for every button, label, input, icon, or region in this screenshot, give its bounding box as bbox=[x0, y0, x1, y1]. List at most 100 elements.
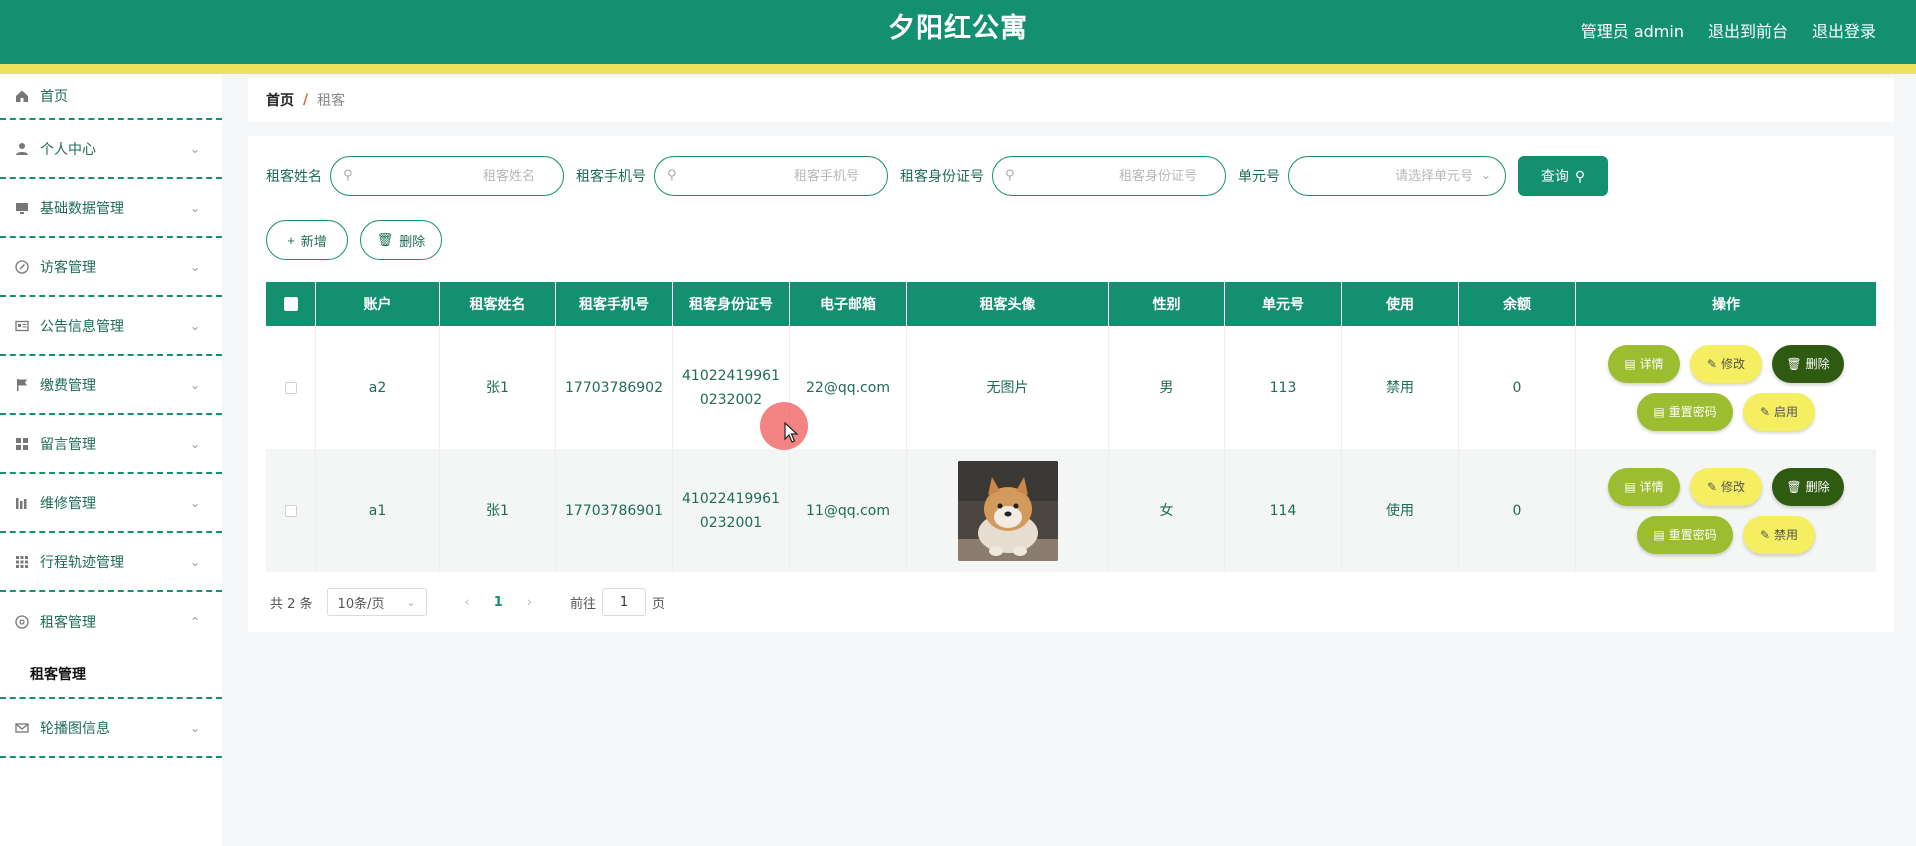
sidebar-item-visitor[interactable]: 访客管理 ⌄ bbox=[0, 238, 222, 297]
sidebar-item-tenant[interactable]: 租客管理 ⌃ bbox=[0, 592, 222, 651]
unit-select-input[interactable] bbox=[1289, 157, 1505, 195]
phone-search-field[interactable]: ⚲ bbox=[654, 156, 888, 196]
document-icon: ▤ bbox=[1624, 356, 1636, 371]
sidebar-subitem-tenant-manage[interactable]: 租客管理 bbox=[0, 651, 222, 699]
sidebar-item-label: 个人中心 bbox=[40, 141, 96, 158]
row-checkbox[interactable] bbox=[284, 381, 297, 394]
col-name: 租客姓名 bbox=[440, 282, 556, 326]
page-size-value: 10条/页 bbox=[337, 596, 385, 612]
id-card-icon bbox=[14, 318, 30, 334]
sidebar-item-home[interactable]: 首页 bbox=[0, 74, 222, 120]
query-button[interactable]: 查询 ⚲ bbox=[1518, 156, 1608, 196]
phone-search-input[interactable] bbox=[655, 157, 887, 195]
cell-avatar: 无图片 bbox=[907, 326, 1109, 449]
name-search-input[interactable] bbox=[331, 157, 563, 195]
row-select-cell bbox=[266, 449, 316, 572]
idcard-search-field[interactable]: ⚲ bbox=[992, 156, 1226, 196]
cell-phone: 17703786902 bbox=[556, 326, 673, 449]
chart-icon bbox=[14, 495, 30, 511]
edit-button[interactable]: ✎ 修改 bbox=[1690, 344, 1762, 383]
logout-link[interactable]: 退出登录 bbox=[1812, 18, 1876, 42]
breadcrumb-home[interactable]: 首页 bbox=[266, 90, 294, 110]
page-number-current[interactable]: 1 bbox=[494, 595, 503, 610]
cell-idcard: 410224199610232001 bbox=[673, 449, 790, 572]
col-avatar: 租客头像 bbox=[907, 282, 1109, 326]
next-page-button[interactable]: › bbox=[527, 595, 532, 610]
name-search-field[interactable]: ⚲ bbox=[330, 156, 564, 196]
to-front-link[interactable]: 退出到前台 bbox=[1708, 18, 1788, 42]
total-count: 共 2 条 bbox=[270, 596, 313, 612]
plus-icon: + bbox=[287, 232, 295, 248]
trash-icon: 🗑 bbox=[1786, 356, 1802, 371]
mouse-cursor-icon bbox=[784, 422, 799, 443]
phone-label: 租客手机号 bbox=[576, 169, 646, 185]
delete-button[interactable]: 🗑 删除 bbox=[1772, 344, 1844, 383]
select-all-checkbox[interactable] bbox=[283, 297, 298, 311]
unit-select[interactable]: ⌄ bbox=[1288, 156, 1506, 196]
search-icon: ⚲ bbox=[343, 168, 353, 183]
aperture-icon bbox=[14, 614, 30, 630]
delete-label: 删除 bbox=[399, 233, 426, 249]
query-label: 查询 bbox=[1540, 168, 1569, 184]
chevron-down-icon: ⌄ bbox=[189, 554, 200, 569]
sidebar-item-notice[interactable]: 公告信息管理 ⌄ bbox=[0, 297, 222, 356]
chevron-down-icon: ⌄ bbox=[406, 595, 416, 609]
toggle-label: 启用 bbox=[1774, 404, 1799, 419]
sidebar-item-message[interactable]: 留言管理 ⌄ bbox=[0, 415, 222, 474]
name-label: 租客姓名 bbox=[266, 169, 322, 185]
cell-account: a2 bbox=[316, 326, 440, 449]
detail-button[interactable]: ▤ 详情 bbox=[1608, 467, 1680, 506]
col-actions: 操作 bbox=[1712, 297, 1740, 313]
reset-label: 重置密码 bbox=[1668, 527, 1717, 542]
chevron-down-icon: ⌄ bbox=[189, 141, 200, 156]
edit-button[interactable]: ✎ 修改 bbox=[1690, 467, 1762, 506]
breadcrumb-separator: / bbox=[303, 92, 309, 108]
compass-icon bbox=[14, 259, 30, 275]
admin-label: 管理员 admin bbox=[1580, 22, 1684, 41]
sidebar-item-trip[interactable]: 行程轨迹管理 ⌄ bbox=[0, 533, 222, 592]
prev-page-button[interactable]: ‹ bbox=[465, 595, 470, 610]
col-status: 使用 bbox=[1342, 282, 1459, 326]
sidebar-item-label: 公告信息管理 bbox=[40, 318, 124, 335]
delete-label: 删除 bbox=[1805, 356, 1830, 371]
sidebar-item-label: 行程轨迹管理 bbox=[40, 554, 124, 571]
search-icon: ⚲ bbox=[1005, 168, 1015, 183]
col-phone: 租客手机号 bbox=[556, 282, 673, 326]
delete-button[interactable]: 🗑 删除 bbox=[1772, 467, 1844, 506]
page-size-select[interactable]: 10条/页 ⌄ bbox=[326, 588, 427, 616]
idcard-search-input[interactable] bbox=[993, 157, 1225, 195]
goto-page-input[interactable]: 1 bbox=[602, 588, 647, 616]
enable-button[interactable]: ✎ 启用 bbox=[1743, 392, 1815, 431]
sidebar-item-personal[interactable]: 个人中心 ⌄ bbox=[0, 120, 222, 179]
sidebar-item-base-data[interactable]: 基础数据管理 ⌄ bbox=[0, 179, 222, 238]
detail-button[interactable]: ▤ 详情 bbox=[1608, 344, 1680, 383]
edit-label: 修改 bbox=[1721, 479, 1746, 494]
cell-status: 禁用 bbox=[1342, 326, 1459, 449]
cell-avatar bbox=[907, 449, 1109, 572]
unit-label: 单元号 bbox=[1238, 169, 1280, 185]
cell-account: a1 bbox=[316, 449, 440, 572]
disable-button[interactable]: ✎ 禁用 bbox=[1743, 515, 1815, 554]
top-header: 夕阳红公寓 管理员 admin 退出到前台 退出登录 bbox=[0, 0, 1916, 74]
col-balance: 余额 bbox=[1459, 282, 1576, 326]
sidebar-item-carousel[interactable]: 轮播图信息 ⌄ bbox=[0, 699, 222, 758]
goto-label: 前往 bbox=[570, 596, 597, 612]
detail-label: 详情 bbox=[1639, 356, 1664, 371]
sidebar-item-payment[interactable]: 缴费管理 ⌄ bbox=[0, 356, 222, 415]
sidebar-item-repair[interactable]: 维修管理 ⌄ bbox=[0, 474, 222, 533]
chevron-down-icon: ⌄ bbox=[189, 259, 200, 274]
breadcrumb: 首页 / 租客 bbox=[248, 78, 1894, 122]
reset-password-button[interactable]: ▤ 重置密码 bbox=[1637, 515, 1733, 554]
cell-balance: 0 bbox=[1459, 326, 1576, 449]
row-checkbox[interactable] bbox=[284, 504, 297, 517]
cell-actions: ▤ 详情 ✎ 修改 🗑 删除 ▤ 重置密码 ✎ 启用 bbox=[1576, 326, 1876, 449]
cell-status: 使用 bbox=[1342, 449, 1459, 572]
sidebar-item-label: 基础数据管理 bbox=[40, 200, 124, 217]
reset-password-button[interactable]: ▤ 重置密码 bbox=[1637, 392, 1733, 431]
col-account: 账户 bbox=[316, 282, 440, 326]
bulk-delete-button[interactable]: 🗑 删除 bbox=[360, 220, 442, 260]
grid-icon bbox=[14, 436, 30, 452]
cell-name: 张1 bbox=[440, 449, 556, 572]
add-button[interactable]: + 新增 bbox=[266, 220, 348, 260]
cell-balance: 0 bbox=[1459, 449, 1576, 572]
